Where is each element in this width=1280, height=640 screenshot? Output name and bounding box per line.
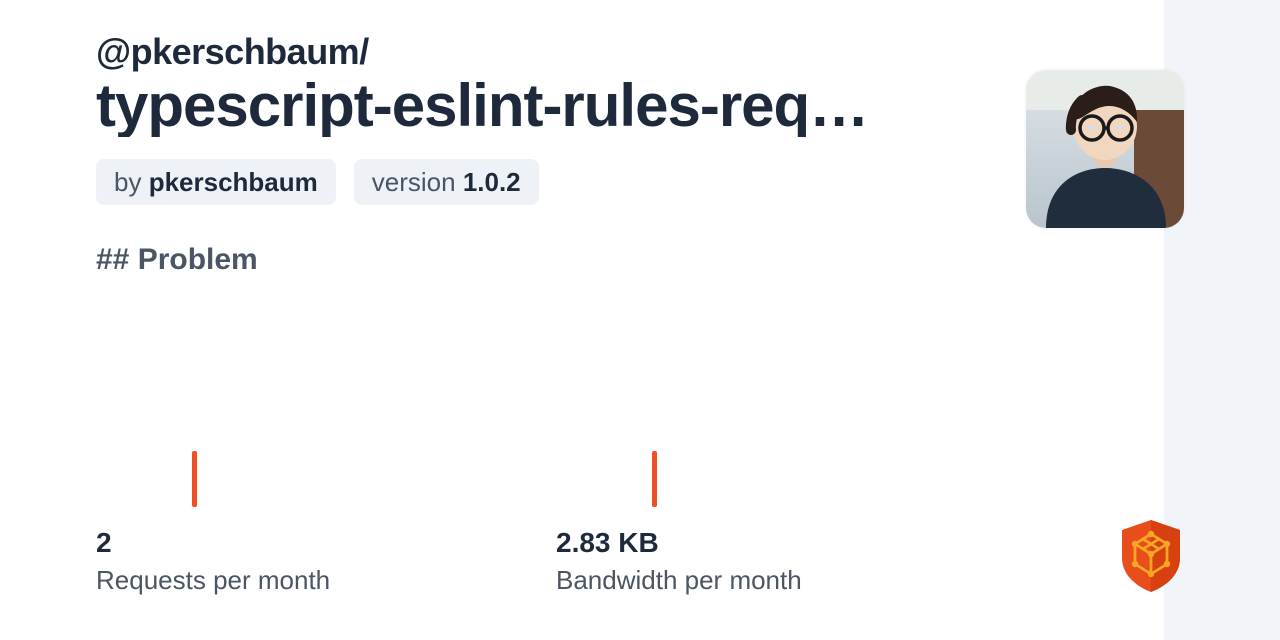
by-prefix: by [114, 167, 149, 197]
stat-bandwidth-label: Bandwidth per month [556, 565, 1016, 596]
jsdelivr-badge-icon [1118, 518, 1184, 594]
meta-chips: by pkerschbaum version 1.0.2 [96, 159, 1184, 205]
package-scope: @pkerschbaum/ [96, 32, 1184, 72]
author-avatar[interactable] [1026, 70, 1184, 228]
avatar-icon [1026, 70, 1184, 228]
stat-bandwidth-value: 2.83 KB [556, 527, 1016, 559]
stat-bandwidth: 2.83 KB Bandwidth per month [556, 431, 1016, 596]
spark-bar [652, 451, 657, 507]
package-name: typescript-eslint-rules-req… [96, 74, 976, 137]
spark-bar [192, 451, 197, 507]
package-card: @pkerschbaum/ typescript-eslint-rules-re… [0, 0, 1280, 640]
author-chip[interactable]: by pkerschbaum [96, 159, 336, 205]
package-description: ## Problem [96, 243, 1184, 277]
version-prefix: version [372, 167, 463, 197]
stat-requests-sparkline [96, 431, 556, 507]
stat-bandwidth-sparkline [556, 431, 1016, 507]
version-chip[interactable]: version 1.0.2 [354, 159, 539, 205]
stat-requests-value: 2 [96, 527, 556, 559]
stat-requests-label: Requests per month [96, 565, 556, 596]
stat-requests: 2 Requests per month [96, 431, 556, 596]
author-name: pkerschbaum [149, 167, 318, 197]
version-value: 1.0.2 [463, 167, 521, 197]
stats-row: 2 Requests per month 2.83 KB Bandwidth p… [96, 431, 1016, 596]
